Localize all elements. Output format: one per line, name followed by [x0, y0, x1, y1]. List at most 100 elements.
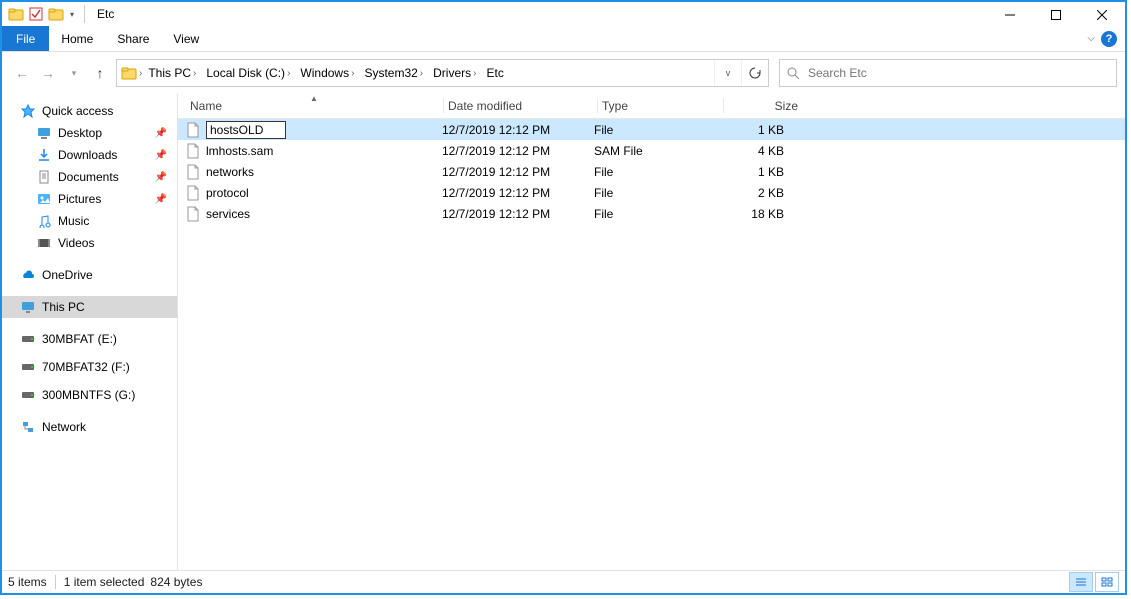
title-bar: ▾ Etc	[2, 2, 1125, 26]
breadcrumb-item[interactable]: Drivers›	[429, 61, 482, 85]
tab-home[interactable]: Home	[49, 26, 105, 51]
breadcrumb-item[interactable]: Etc	[482, 61, 507, 85]
chevron-right-icon: ›	[191, 68, 198, 79]
network-icon	[20, 419, 36, 435]
sidebar-item-videos[interactable]: Videos	[2, 232, 177, 254]
cell-size: 1 KB	[714, 123, 792, 137]
sidebar-item-network[interactable]: Network	[2, 416, 177, 438]
separator	[84, 5, 85, 23]
cell-date: 12/7/2019 12:12 PM	[438, 165, 590, 179]
pin-icon: 📌	[155, 150, 167, 161]
cell-size: 4 KB	[714, 144, 792, 158]
music-icon	[36, 213, 52, 229]
view-details-button[interactable]	[1069, 572, 1093, 592]
sidebar-item-label: 300MBNTFS (G:)	[42, 388, 135, 402]
column-header-type[interactable]: Type	[597, 99, 723, 113]
column-header-date[interactable]: Date modified	[443, 99, 597, 113]
help-icon[interactable]: ?	[1101, 31, 1117, 47]
minimize-button[interactable]	[987, 2, 1033, 28]
file-icon	[186, 143, 202, 159]
sidebar-item-documents[interactable]: Documents 📌	[2, 166, 177, 188]
sidebar-quick-access[interactable]: Quick access	[2, 100, 177, 122]
chevron-right-icon[interactable]: ›	[137, 68, 144, 79]
rename-input[interactable]	[206, 121, 286, 139]
table-row[interactable]: networks 12/7/2019 12:12 PM File 1 KB	[178, 161, 1125, 182]
breadcrumb-item[interactable]: System32›	[360, 61, 429, 85]
sidebar-item-label: Pictures	[58, 192, 101, 206]
column-header-size[interactable]: Size	[723, 99, 807, 113]
sidebar-item-label: OneDrive	[42, 268, 93, 282]
sidebar-item-label: Music	[58, 214, 89, 228]
pin-icon: 📌	[155, 194, 167, 205]
cell-date: 12/7/2019 12:12 PM	[438, 207, 590, 221]
sidebar-item-label: Documents	[58, 170, 119, 184]
up-button[interactable]: ↑	[88, 61, 112, 85]
search-box[interactable]	[779, 59, 1117, 87]
breadcrumb: This PC› Local Disk (C:)› Windows› Syste…	[144, 61, 507, 85]
chevron-down-icon[interactable]: ▾	[68, 10, 76, 19]
back-button[interactable]: ←	[10, 61, 34, 85]
sort-ascending-icon: ▲	[310, 94, 318, 103]
sidebar-item-drive[interactable]: 300MBNTFS (G:)	[2, 384, 177, 406]
sidebar-item-drive[interactable]: 70MBFAT32 (F:)	[2, 356, 177, 378]
onedrive-icon	[20, 267, 36, 283]
close-button[interactable]	[1079, 2, 1125, 28]
table-row[interactable]: lmhosts.sam 12/7/2019 12:12 PM SAM File …	[178, 140, 1125, 161]
forward-button[interactable]: →	[36, 61, 60, 85]
nav-arrows: ← → ▾ ↑	[10, 61, 112, 85]
drive-icon	[20, 359, 36, 375]
breadcrumb-item[interactable]: Windows›	[296, 61, 360, 85]
sidebar-item-label: This PC	[42, 300, 85, 314]
file-list-area: ▲ Name Date modified Type Size 12/7/2019…	[178, 94, 1125, 570]
pictures-icon	[36, 191, 52, 207]
sidebar-item-label: 70MBFAT32 (F:)	[42, 360, 130, 374]
cell-size: 18 KB	[714, 207, 792, 221]
maximize-button[interactable]	[1033, 2, 1079, 28]
folder-icon[interactable]	[48, 6, 64, 22]
column-header-name[interactable]: ▲ Name	[186, 99, 443, 113]
address-bar[interactable]: › This PC› Local Disk (C:)› Windows› Sys…	[116, 59, 769, 87]
status-size: 824 bytes	[150, 575, 202, 589]
chevron-down-icon[interactable]: ⌵	[1087, 33, 1095, 44]
view-large-icons-button[interactable]	[1095, 572, 1119, 592]
desktop-icon	[36, 125, 52, 141]
separator	[55, 575, 56, 589]
cell-name: lmhosts.sam	[206, 144, 273, 158]
main-area: Quick access Desktop 📌 Downloads 📌 Docum…	[2, 94, 1125, 570]
sidebar-item-music[interactable]: Music	[2, 210, 177, 232]
sidebar-item-onedrive[interactable]: OneDrive	[2, 264, 177, 286]
address-dropdown-button[interactable]: v	[714, 61, 741, 85]
tab-file[interactable]: File	[2, 26, 49, 51]
sidebar-item-desktop[interactable]: Desktop 📌	[2, 122, 177, 144]
column-headers: ▲ Name Date modified Type Size	[178, 94, 1125, 119]
table-row[interactable]: 12/7/2019 12:12 PM File 1 KB	[178, 119, 1125, 140]
cell-name: services	[206, 207, 250, 221]
cell-date: 12/7/2019 12:12 PM	[438, 144, 590, 158]
sidebar-item-drive[interactable]: 30MBFAT (E:)	[2, 328, 177, 350]
cell-type: File	[590, 207, 714, 221]
cell-date: 12/7/2019 12:12 PM	[438, 123, 590, 137]
properties-icon[interactable]	[28, 6, 44, 22]
cell-size: 2 KB	[714, 186, 792, 200]
search-icon	[786, 66, 800, 80]
cell-type: File	[590, 123, 714, 137]
search-input[interactable]	[806, 65, 1116, 81]
refresh-button[interactable]	[741, 61, 768, 85]
cell-type: SAM File	[590, 144, 714, 158]
sidebar-item-label: Desktop	[58, 126, 102, 140]
sidebar-item-pictures[interactable]: Pictures 📌	[2, 188, 177, 210]
videos-icon	[36, 235, 52, 251]
tab-view[interactable]: View	[161, 26, 211, 51]
table-row[interactable]: protocol 12/7/2019 12:12 PM File 2 KB	[178, 182, 1125, 203]
breadcrumb-item[interactable]: This PC›	[144, 61, 202, 85]
table-row[interactable]: services 12/7/2019 12:12 PM File 18 KB	[178, 203, 1125, 224]
recent-locations-button[interactable]: ▾	[62, 61, 86, 85]
sidebar-item-downloads[interactable]: Downloads 📌	[2, 144, 177, 166]
breadcrumb-item[interactable]: Local Disk (C:)›	[202, 61, 296, 85]
sidebar-item-this-pc[interactable]: This PC	[2, 296, 177, 318]
status-selection: 1 item selected	[64, 575, 145, 589]
file-icon	[186, 164, 202, 180]
pin-icon: 📌	[155, 128, 167, 139]
tab-share[interactable]: Share	[105, 26, 161, 51]
sidebar-item-label: Network	[42, 420, 86, 434]
